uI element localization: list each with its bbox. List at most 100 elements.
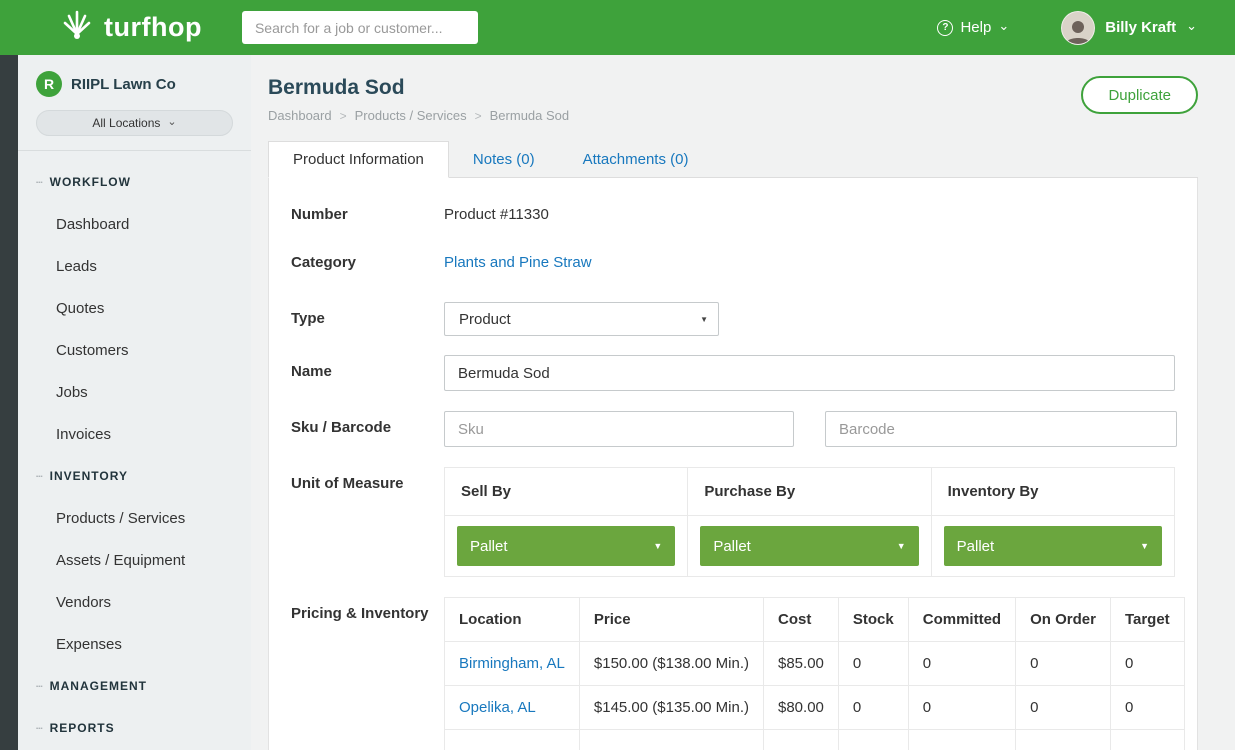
purchase-by-dropdown[interactable]: Pallet ▼ bbox=[700, 526, 918, 566]
sidebar-item-vendors[interactable]: Vendors bbox=[18, 581, 251, 623]
table-row: Opelika, AL $145.00 ($135.00 Min.) $80.0… bbox=[445, 686, 1185, 730]
product-information-panel: Number Product #11330 Category Plants an… bbox=[268, 178, 1198, 750]
dropdown-arrow-icon: ▼ bbox=[700, 315, 708, 324]
avatar bbox=[1061, 11, 1095, 45]
sidebar-section-inventory[interactable]: ┄ INVENTORY bbox=[18, 455, 251, 497]
uom-col-inventory-by: Inventory By bbox=[931, 468, 1174, 516]
sidebar-item-leads[interactable]: Leads bbox=[18, 245, 251, 287]
sidebar-item-customers[interactable]: Customers bbox=[18, 329, 251, 371]
sidebar-item-assets-equipment[interactable]: Assets / Equipment bbox=[18, 539, 251, 581]
unit-of-measure-label: Unit of Measure bbox=[291, 467, 444, 577]
tab-notes[interactable]: Notes (0) bbox=[449, 142, 559, 177]
type-select[interactable]: Product ▼ bbox=[444, 302, 719, 336]
breadcrumb-separator: > bbox=[340, 109, 347, 123]
uom-col-sell-by: Sell By bbox=[445, 468, 688, 516]
duplicate-button[interactable]: Duplicate bbox=[1081, 76, 1198, 114]
table-header-row: Location Price Cost Stock Committed On O… bbox=[445, 598, 1185, 642]
category-label: Category bbox=[291, 254, 444, 271]
col-cost: Cost bbox=[764, 598, 839, 642]
category-link[interactable]: Plants and Pine Straw bbox=[444, 254, 592, 271]
barcode-input[interactable] bbox=[825, 411, 1177, 447]
target-cell: 0 bbox=[1110, 686, 1184, 730]
breadcrumb: Dashboard > Products / Services > Bermud… bbox=[268, 108, 1198, 123]
committed-cell: 0 bbox=[908, 642, 1015, 686]
sku-input[interactable] bbox=[444, 411, 794, 447]
sprinkler-logo-icon bbox=[60, 8, 94, 47]
chevron-down-icon: ⌄ bbox=[998, 19, 1009, 32]
user-menu[interactable]: Billy Kraft ⌄ bbox=[1061, 11, 1197, 45]
unit-of-measure-table: Sell By Purchase By Inventory By Pallet … bbox=[444, 467, 1175, 577]
sidebar-nav: ┄ WORKFLOW Dashboard Leads Quotes Custom… bbox=[18, 151, 251, 749]
cost-cell: $85.00 bbox=[764, 642, 839, 686]
sidebar-section-reports[interactable]: ┄ REPORTS bbox=[18, 707, 251, 749]
table-row: Birmingham, AL $150.00 ($138.00 Min.) $8… bbox=[445, 642, 1185, 686]
sell-by-dropdown[interactable]: Pallet ▼ bbox=[457, 526, 675, 566]
col-stock: Stock bbox=[838, 598, 908, 642]
type-label: Type bbox=[291, 302, 444, 336]
sidebar-item-products-services[interactable]: Products / Services bbox=[18, 497, 251, 539]
search-input[interactable] bbox=[242, 11, 478, 44]
tab-attachments[interactable]: Attachments (0) bbox=[559, 142, 713, 177]
dropdown-arrow-icon: ▼ bbox=[653, 541, 662, 551]
on-order-cell: 0 bbox=[1016, 686, 1111, 730]
help-menu[interactable]: ? Help ⌄ bbox=[937, 19, 1009, 36]
name-input[interactable] bbox=[444, 355, 1175, 391]
pricing-inventory-label: Pricing & Inventory bbox=[291, 597, 444, 750]
chevron-down-icon: ⌄ bbox=[167, 115, 176, 128]
on-order-cell: 0 bbox=[1016, 642, 1111, 686]
locations-dropdown[interactable]: All Locations ⌄ bbox=[36, 110, 233, 136]
col-on-order: On Order bbox=[1016, 598, 1111, 642]
breadcrumb-current: Bermuda Sod bbox=[490, 108, 570, 123]
name-label: Name bbox=[291, 355, 444, 391]
dropdown-arrow-icon: ▼ bbox=[897, 541, 906, 551]
pricing-inventory-table: Location Price Cost Stock Committed On O… bbox=[444, 597, 1185, 750]
breadcrumb-dashboard[interactable]: Dashboard bbox=[268, 108, 332, 123]
tab-bar: Product Information Notes (0) Attachment… bbox=[268, 141, 1198, 178]
sidebar-item-expenses[interactable]: Expenses bbox=[18, 623, 251, 665]
col-location: Location bbox=[445, 598, 580, 642]
dashes-icon: ┄ bbox=[36, 722, 42, 735]
sidebar-edge-strip bbox=[0, 55, 18, 750]
dashes-icon: ┄ bbox=[36, 470, 42, 483]
sidebar-section-workflow[interactable]: ┄ WORKFLOW bbox=[18, 161, 251, 203]
help-label: Help bbox=[960, 19, 991, 36]
table-row-partial bbox=[445, 730, 1185, 750]
chevron-down-icon: ⌄ bbox=[1186, 19, 1197, 32]
help-icon: ? bbox=[937, 20, 953, 36]
target-cell: 0 bbox=[1110, 642, 1184, 686]
col-price: Price bbox=[579, 598, 763, 642]
sidebar-item-dashboard[interactable]: Dashboard bbox=[18, 203, 251, 245]
brand-logo[interactable]: turfhop bbox=[60, 8, 202, 47]
user-name: Billy Kraft bbox=[1105, 19, 1176, 36]
location-link-birmingham[interactable]: Birmingham, AL bbox=[445, 642, 580, 686]
sidebar: R RIIPL Lawn Co All Locations ⌄ ┄ WORKFL… bbox=[18, 55, 251, 750]
locations-label: All Locations bbox=[92, 116, 160, 130]
brand-name: turfhop bbox=[104, 12, 202, 43]
cost-cell: $80.00 bbox=[764, 686, 839, 730]
location-link-opelika[interactable]: Opelika, AL bbox=[445, 686, 580, 730]
inventory-by-dropdown[interactable]: Pallet ▼ bbox=[944, 526, 1162, 566]
top-bar: turfhop ? Help ⌄ Billy Kraft ⌄ bbox=[0, 0, 1235, 55]
sidebar-item-invoices[interactable]: Invoices bbox=[18, 413, 251, 455]
sidebar-item-quotes[interactable]: Quotes bbox=[18, 287, 251, 329]
committed-cell: 0 bbox=[908, 686, 1015, 730]
uom-col-purchase-by: Purchase By bbox=[688, 468, 931, 516]
main-content: Bermuda Sod Dashboard > Products / Servi… bbox=[251, 55, 1235, 750]
type-selected-value: Product bbox=[459, 311, 511, 328]
dropdown-arrow-icon: ▼ bbox=[1140, 541, 1149, 551]
company-name: RIIPL Lawn Co bbox=[71, 76, 176, 93]
stock-cell: 0 bbox=[838, 642, 908, 686]
stock-cell: 0 bbox=[838, 686, 908, 730]
dashes-icon: ┄ bbox=[36, 176, 42, 189]
sidebar-section-management[interactable]: ┄ MANAGEMENT bbox=[18, 665, 251, 707]
breadcrumb-products-services[interactable]: Products / Services bbox=[355, 108, 467, 123]
sku-barcode-label: Sku / Barcode bbox=[291, 411, 444, 447]
page-title: Bermuda Sod bbox=[268, 76, 1198, 100]
number-label: Number bbox=[291, 206, 444, 223]
tab-product-information[interactable]: Product Information bbox=[268, 141, 449, 178]
dashes-icon: ┄ bbox=[36, 680, 42, 693]
sidebar-item-jobs[interactable]: Jobs bbox=[18, 371, 251, 413]
company-logo-icon: R bbox=[36, 71, 62, 97]
number-value: Product #11330 bbox=[444, 206, 549, 223]
breadcrumb-separator: > bbox=[475, 109, 482, 123]
